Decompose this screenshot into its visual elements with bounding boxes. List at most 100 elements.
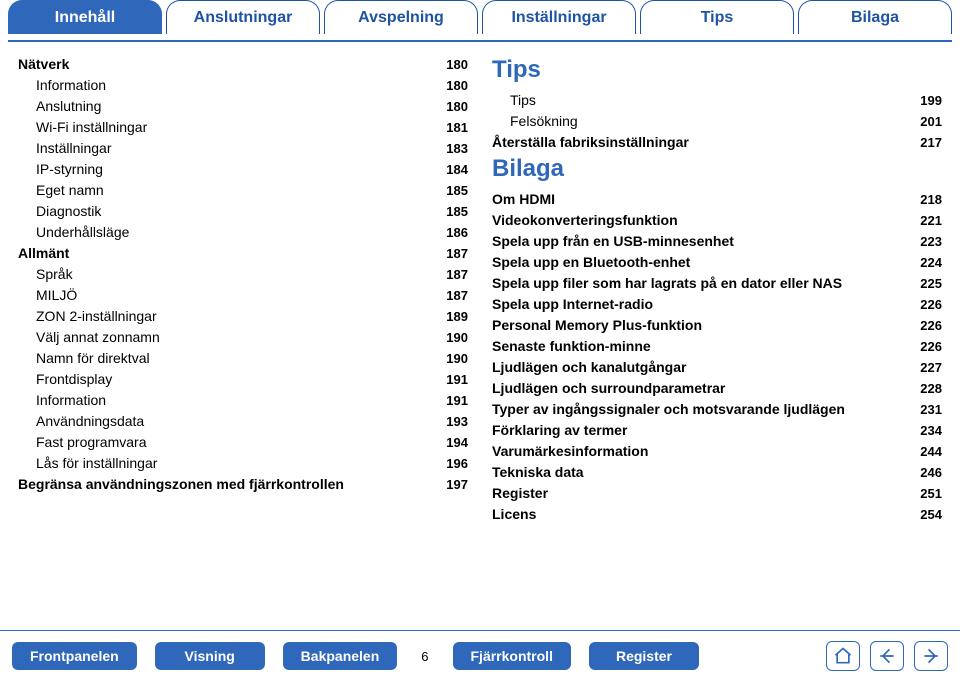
- toc-page: 234: [920, 421, 942, 441]
- toc-label: Register: [492, 483, 556, 504]
- toc-label: Underhållsläge: [36, 222, 137, 243]
- toc-label: Typer av ingångssignaler och motsvarande…: [492, 399, 853, 420]
- fjarrkontroll-button[interactable]: Fjärrkontroll: [453, 642, 571, 670]
- toc-entry[interactable]: Eget namn185: [18, 180, 468, 201]
- toc-page: 191: [446, 370, 468, 390]
- toc-page: 196: [446, 454, 468, 474]
- toc-label: MILJÖ: [36, 285, 85, 306]
- toc-entry[interactable]: Licens254: [492, 504, 942, 525]
- tab-innehåll[interactable]: Innehåll: [8, 0, 162, 34]
- toc-entry[interactable]: Anslutning180: [18, 96, 468, 117]
- toc-entry[interactable]: IP-styrning184: [18, 159, 468, 180]
- toc-page: 228: [920, 379, 942, 399]
- toc-entry[interactable]: Diagnostik 185: [18, 201, 468, 222]
- toc-entry[interactable]: Typer av ingångssignaler och motsvarande…: [492, 399, 942, 420]
- toc-entry[interactable]: MILJÖ 187: [18, 285, 468, 306]
- toc-entry[interactable]: Allmänt187: [18, 243, 468, 264]
- toc-entry[interactable]: Spela upp en Bluetooth-enhet224: [492, 252, 942, 273]
- toc-entry[interactable]: Spela upp från en USB-minnesenhet223: [492, 231, 942, 252]
- toc-entry[interactable]: Fast programvara194: [18, 432, 468, 453]
- toc-entry[interactable]: Ljudlägen och surroundparametrar228: [492, 378, 942, 399]
- toc-entry[interactable]: Spela upp Internet-radio226: [492, 294, 942, 315]
- frontpanelen-button[interactable]: Frontpanelen: [12, 642, 137, 670]
- tab-inställningar[interactable]: Inställningar: [482, 0, 636, 34]
- toc-entry[interactable]: Lås för inställningar 196: [18, 453, 468, 474]
- toc-label: Eget namn: [36, 180, 112, 201]
- content-columns: Nätverk180Information180Anslutning180Wi-…: [0, 54, 960, 525]
- tab-bilaga[interactable]: Bilaga: [798, 0, 952, 34]
- toc-label: Varumärkesinformation: [492, 441, 656, 462]
- toc-page: 197: [446, 475, 468, 495]
- nav-icon-group: [826, 641, 948, 671]
- toc-label: Videokonverteringsfunktion: [492, 210, 686, 231]
- toc-entry[interactable]: Frontdisplay191: [18, 369, 468, 390]
- toc-page: 217: [920, 133, 942, 153]
- toc-entry[interactable]: Tips199: [492, 90, 942, 111]
- toc-page: 191: [446, 391, 468, 411]
- toc-page: 189: [446, 307, 468, 327]
- toc-label: Diagnostik: [36, 201, 109, 222]
- toc-entry[interactable]: Varumärkesinformation 244: [492, 441, 942, 462]
- toc-entry[interactable]: Wi-Fi inställningar181: [18, 117, 468, 138]
- toc-entry[interactable]: Inställningar183: [18, 138, 468, 159]
- toc-page: 251: [920, 484, 942, 504]
- toc-label: Namn för direktval: [36, 348, 158, 369]
- toc-entry[interactable]: Användningsdata193: [18, 411, 468, 432]
- toc-label: Återställa fabriksinställningar: [492, 132, 697, 153]
- toc-entry[interactable]: Välj annat zonnamn190: [18, 327, 468, 348]
- toc-entry[interactable]: Underhållsläge 186: [18, 222, 468, 243]
- toc-page: 190: [446, 328, 468, 348]
- toc-entry[interactable]: ZON 2-inställningar189: [18, 306, 468, 327]
- toc-label: Begränsa användningszonen med fjärrkontr…: [18, 474, 352, 495]
- toc-entry[interactable]: Information 180: [18, 75, 468, 96]
- toc-entry[interactable]: Spela upp filer som har lagrats på en da…: [492, 273, 942, 294]
- toc-label: Lås för inställningar: [36, 453, 165, 474]
- prev-icon[interactable]: [870, 641, 904, 671]
- toc-entry[interactable]: Personal Memory Plus-funktion226: [492, 315, 942, 336]
- toc-page: 186: [446, 223, 468, 243]
- toc-page: 185: [446, 202, 468, 222]
- register-button[interactable]: Register: [589, 642, 699, 670]
- toc-label: Ljudlägen och kanalutgångar: [492, 357, 694, 378]
- toc-page: 180: [446, 76, 468, 96]
- toc-entry[interactable]: Videokonverteringsfunktion221: [492, 210, 942, 231]
- page-number: 6: [421, 649, 428, 664]
- tab-tips[interactable]: Tips: [640, 0, 794, 34]
- toc-entry[interactable]: Återställa fabriksinställningar 217: [492, 132, 942, 153]
- toc-label: Användningsdata: [36, 411, 152, 432]
- toc-page: 254: [920, 505, 942, 525]
- toc-label: Senaste funktion-minne: [492, 336, 659, 357]
- toc-entry[interactable]: Om HDMI218: [492, 189, 942, 210]
- toc-entry[interactable]: Information191: [18, 390, 468, 411]
- toc-label: Nätverk: [18, 54, 77, 75]
- toc-label: Allmänt: [18, 243, 77, 264]
- tab-anslutningar[interactable]: Anslutningar: [166, 0, 320, 34]
- toc-entry[interactable]: Språk 187: [18, 264, 468, 285]
- toc-entry[interactable]: Ljudlägen och kanalutgångar227: [492, 357, 942, 378]
- toc-label: Språk: [36, 264, 81, 285]
- toc-page: 181: [446, 118, 468, 138]
- toc-entry[interactable]: Namn för direktval190: [18, 348, 468, 369]
- tab-avspelning[interactable]: Avspelning: [324, 0, 478, 34]
- toc-page: 244: [920, 442, 942, 462]
- toc-page: 199: [920, 91, 942, 111]
- toc-page: 187: [446, 286, 468, 306]
- toc-page: 180: [446, 55, 468, 75]
- toc-label: Spela upp filer som har lagrats på en da…: [492, 273, 850, 294]
- toc-page: 187: [446, 265, 468, 285]
- visning-button[interactable]: Visning: [155, 642, 265, 670]
- toc-entry[interactable]: Tekniska data246: [492, 462, 942, 483]
- toc-entry[interactable]: Nätverk 180: [18, 54, 468, 75]
- right-column: TipsTips199Felsökning201Återställa fabri…: [492, 54, 942, 525]
- toc-label: Personal Memory Plus-funktion: [492, 315, 710, 336]
- home-icon[interactable]: [826, 641, 860, 671]
- toc-label: Anslutning: [36, 96, 109, 117]
- toc-entry[interactable]: Register 251: [492, 483, 942, 504]
- toc-entry[interactable]: Förklaring av termer234: [492, 420, 942, 441]
- toc-entry[interactable]: Felsökning201: [492, 111, 942, 132]
- toc-entry[interactable]: Senaste funktion-minne226: [492, 336, 942, 357]
- toc-entry[interactable]: Begränsa användningszonen med fjärrkontr…: [18, 474, 468, 495]
- bakpanelen-button[interactable]: Bakpanelen: [283, 642, 398, 670]
- toc-label: Information: [36, 75, 114, 96]
- next-icon[interactable]: [914, 641, 948, 671]
